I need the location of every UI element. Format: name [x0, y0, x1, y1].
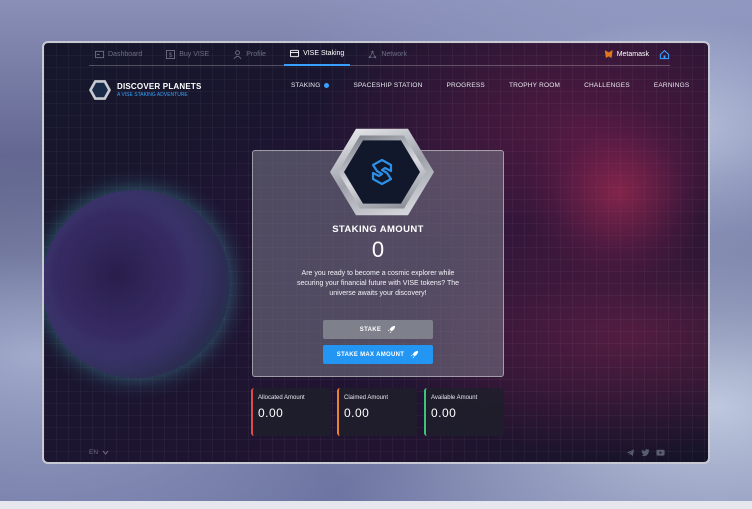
- main-navigation: STAKING SPACESHIP STATION PROGRESS TROPH…: [291, 82, 689, 89]
- dashboard-icon: [95, 50, 104, 58]
- nebula-illustration: [524, 103, 708, 283]
- tab-label: Profile: [246, 50, 267, 58]
- network-icon: [369, 50, 377, 58]
- language-label: EN: [89, 449, 99, 456]
- stat-label: Allocated Amount: [258, 395, 305, 401]
- brand-logo[interactable]: DISCOVER PLANETS A VISE STAKING ADVENTUR…: [89, 79, 202, 101]
- metamask-icon: [604, 50, 613, 58]
- nav-label: SPACESHIP STATION: [353, 82, 423, 89]
- nav-label: TROPHY ROOM: [508, 82, 561, 89]
- allocated-amount-card: Allocated Amount 0.00: [251, 388, 331, 436]
- top-navigation: Dashboard $ Buy VISE Profile VISE Stakin…: [89, 43, 670, 66]
- planet-illustration: [44, 190, 230, 378]
- stake-button[interactable]: STAKE: [323, 320, 433, 339]
- home-icon[interactable]: [659, 49, 670, 60]
- metamask-button[interactable]: Metamask: [604, 50, 649, 58]
- nav-item-progress[interactable]: PROGRESS: [446, 82, 484, 89]
- youtube-icon[interactable]: [656, 448, 665, 457]
- tab-label: VISE Staking: [303, 49, 345, 57]
- active-indicator-icon: [324, 83, 330, 88]
- svg-text:$: $: [169, 52, 173, 59]
- vise-logo-icon: [89, 80, 111, 100]
- user-icon: [233, 49, 242, 59]
- stat-label: Claimed Amount: [344, 395, 389, 401]
- available-amount-card: Available Amount 0.00: [424, 388, 504, 436]
- vise-emblem-icon: [371, 158, 393, 186]
- card-icon: [290, 49, 300, 57]
- nav-label: STAKING: [291, 82, 321, 89]
- stake-max-button[interactable]: STAKE MAX AMOUNT: [323, 345, 433, 364]
- stat-label: Available Amount: [431, 395, 478, 401]
- nav-label: EARNINGS: [653, 82, 690, 89]
- wallet-area: Metamask: [604, 49, 670, 60]
- tab-profile[interactable]: Profile: [227, 43, 272, 66]
- rocket-icon: [411, 350, 419, 359]
- language-selector[interactable]: EN: [89, 449, 109, 456]
- staking-amount-value: 0: [371, 237, 385, 262]
- stake-button-label: STAKE: [359, 326, 382, 333]
- tab-label: Buy VISE: [179, 50, 210, 58]
- tab-label: Network: [381, 50, 407, 58]
- stat-value: 0.00: [258, 406, 284, 420]
- telegram-icon[interactable]: [626, 448, 635, 457]
- twitter-icon[interactable]: [641, 448, 650, 457]
- nav-item-spaceship-station[interactable]: SPACESHIP STATION: [353, 82, 422, 89]
- staking-amount-title: STAKING AMOUNT: [332, 224, 424, 235]
- nav-item-trophy-room[interactable]: TROPHY ROOM: [509, 82, 560, 89]
- app-window: Dashboard $ Buy VISE Profile VISE Stakin…: [42, 41, 710, 464]
- stake-max-button-label: STAKE MAX AMOUNT: [336, 351, 405, 358]
- tab-network[interactable]: Network: [362, 43, 413, 66]
- nav-label: PROGRESS: [446, 82, 485, 89]
- tab-vise-staking[interactable]: VISE Staking: [284, 43, 351, 66]
- stat-value: 0.00: [431, 406, 457, 420]
- nav-item-earnings[interactable]: EARNINGS: [654, 82, 690, 89]
- page-bottom-strip: [0, 501, 752, 509]
- nav-item-challenges[interactable]: CHALLENGES: [584, 82, 630, 89]
- rocket-icon: [388, 325, 396, 334]
- stat-value: 0.00: [344, 406, 370, 420]
- brand-subtitle: A VISE STAKING ADVENTURE: [117, 92, 188, 98]
- nav-label: CHALLENGES: [584, 82, 630, 89]
- claimed-amount-card: Claimed Amount 0.00: [337, 388, 417, 436]
- social-links: [626, 448, 665, 457]
- dollar-icon: $: [166, 49, 176, 59]
- brand-title: DISCOVER PLANETS: [117, 82, 202, 91]
- nav-item-staking[interactable]: STAKING: [291, 82, 330, 89]
- tab-dashboard[interactable]: Dashboard: [89, 43, 148, 66]
- wallet-label: Metamask: [616, 50, 649, 58]
- tab-buy-vise[interactable]: $ Buy VISE: [160, 43, 215, 66]
- chevron-down-icon: [102, 450, 109, 455]
- tab-label: Dashboard: [108, 50, 143, 58]
- staking-description: Are you ready to become a cosmic explore…: [296, 270, 460, 297]
